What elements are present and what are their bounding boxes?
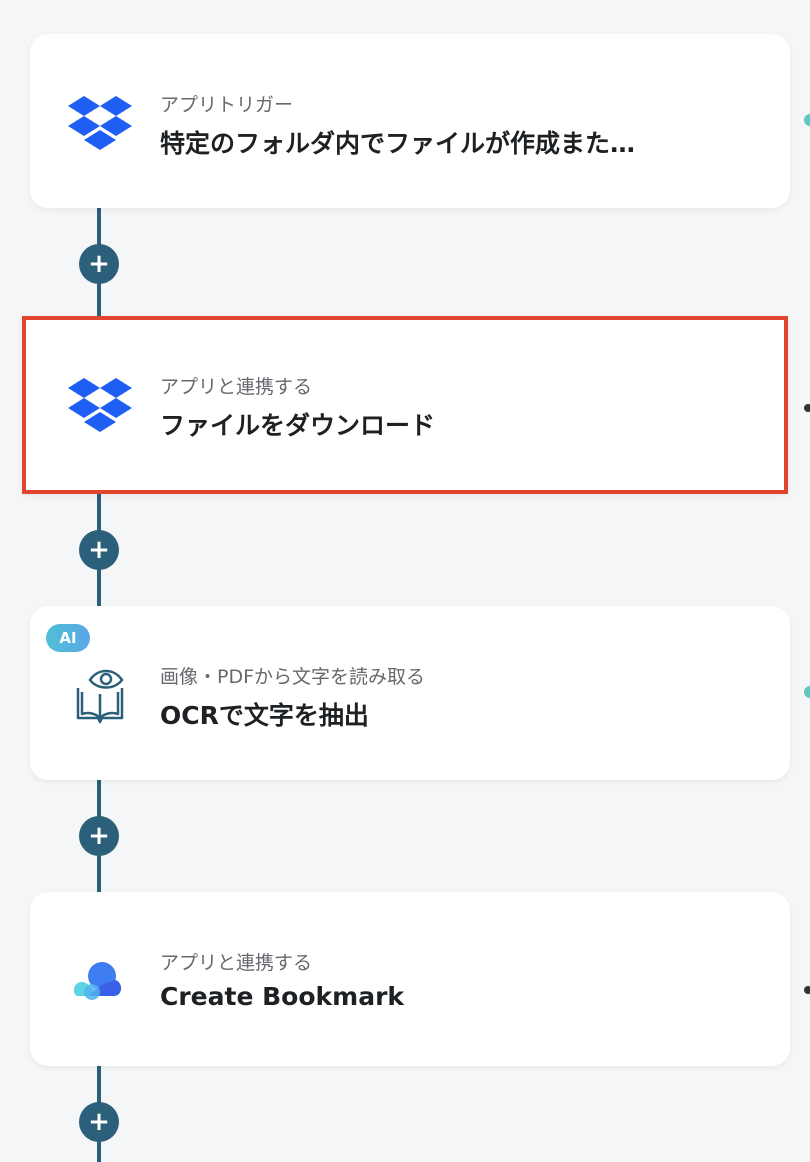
dropbox-icon [68,96,132,150]
plus-icon: + [88,1107,110,1137]
step-card-bookmark[interactable]: アプリと連携する Create Bookmark [30,892,790,1066]
step-card-ocr[interactable]: AI 画像・PDFから文字を読み取る OCRで文字を抽出 [30,606,790,780]
step-title: Create Bookmark [160,982,405,1011]
raindrop-cloud-icon [68,956,132,1008]
status-dot [804,114,810,126]
plus-icon: + [88,249,110,279]
add-step-button[interactable]: + [79,530,119,570]
step-subtitle: アプリと連携する [160,952,313,974]
status-dot [804,404,810,412]
add-step-button[interactable]: + [79,816,119,856]
step-title: OCRで文字を抽出 [160,701,369,730]
ocr-book-eye-icon [68,666,132,724]
step-subtitle: 画像・PDFから文字を読み取る [160,666,426,688]
add-step-button[interactable]: + [79,244,119,284]
step-title: 特定のフォルダ内でファイルが作成また… [160,129,636,158]
step-subtitle: アプリトリガー [160,94,294,116]
dropbox-icon [68,378,132,432]
add-step-button[interactable]: + [79,1102,119,1142]
step-subtitle: アプリと連携する [160,376,313,398]
status-dot [804,686,810,698]
step-title: ファイルをダウンロード [160,411,436,440]
status-dot [804,986,810,994]
step-card-trigger[interactable]: アプリトリガー 特定のフォルダ内でファイルが作成また… [30,34,790,208]
step-card-download[interactable]: アプリと連携する ファイルをダウンロード [22,316,788,494]
plus-icon: + [88,535,110,565]
plus-icon: + [88,821,110,851]
ai-badge: AI [46,624,90,652]
workflow-canvas: + + + + アプリトリガー 特定のフォルダ内でファイルが作成また… アプリと… [0,0,810,1162]
